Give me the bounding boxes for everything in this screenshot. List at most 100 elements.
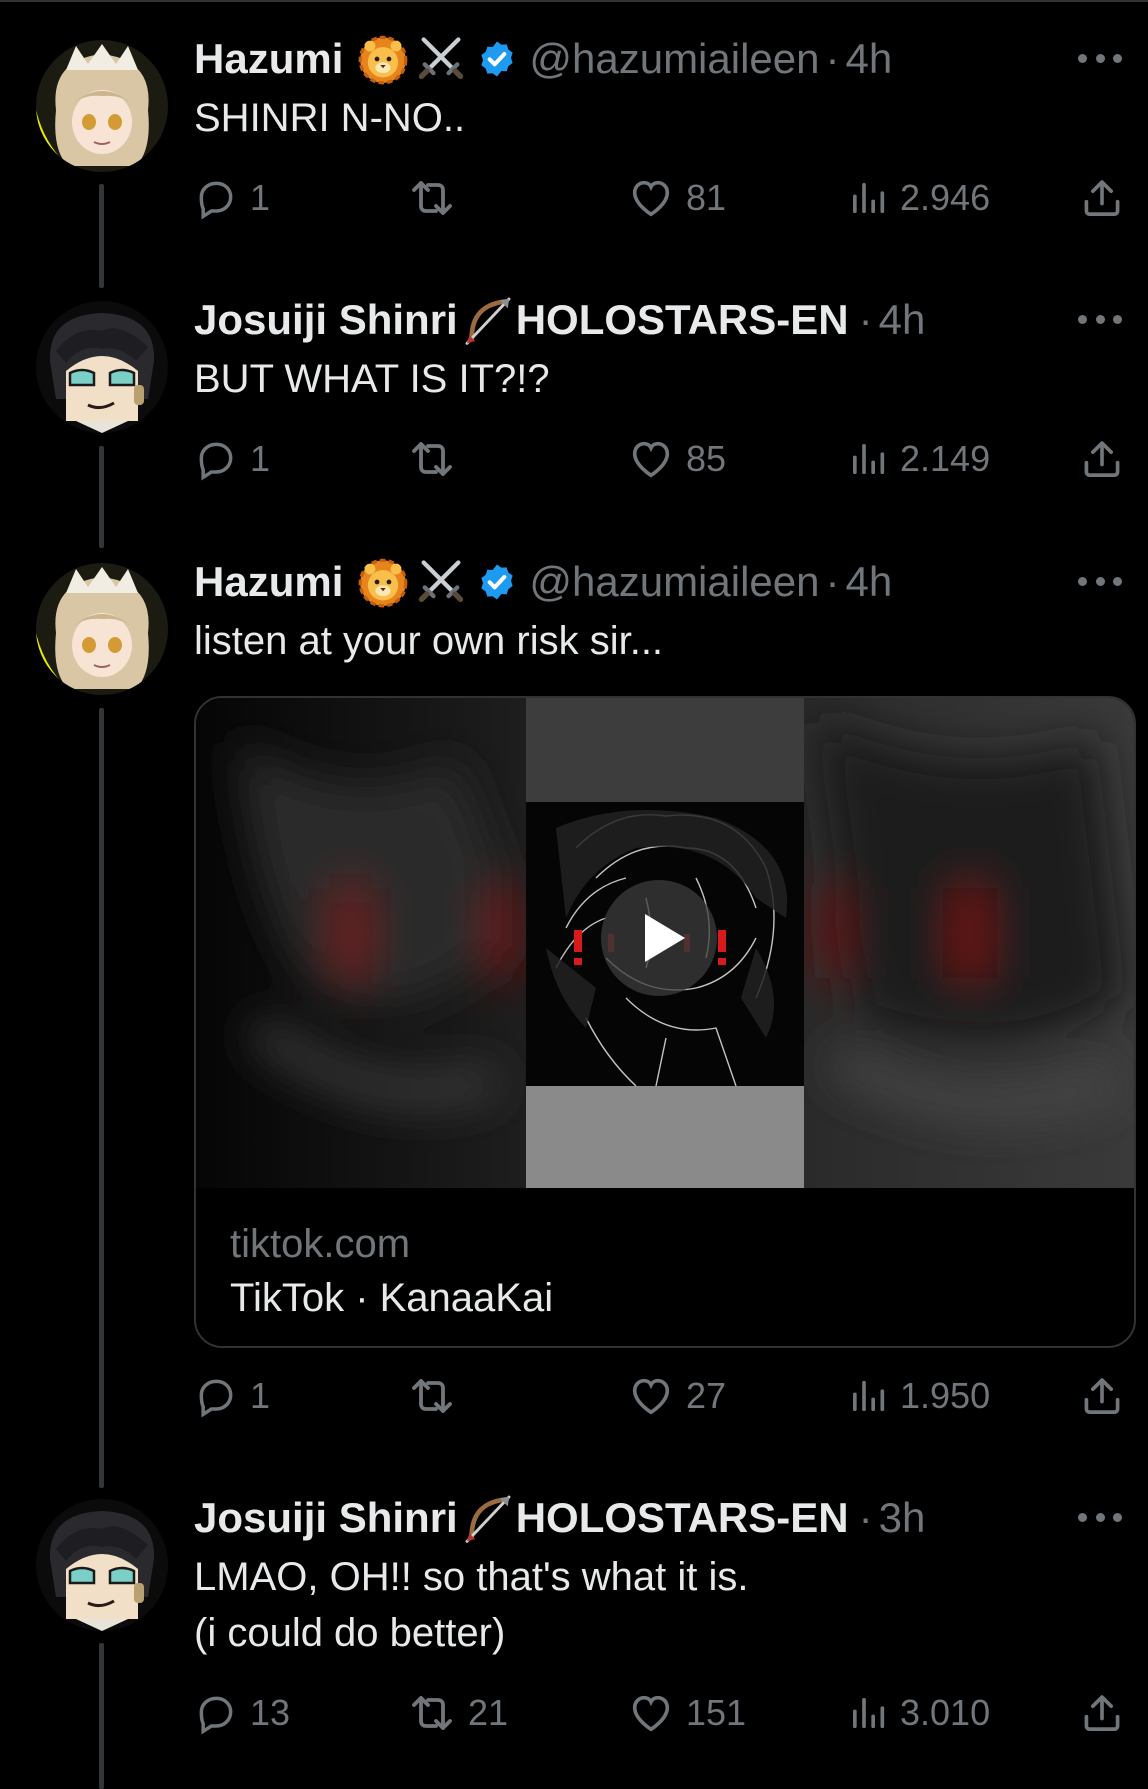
action-bar: 1 27 1.950 <box>194 1366 1134 1426</box>
tweet-text-line: listen at your own risk sir... <box>194 619 664 663</box>
views-count: 2.946 <box>900 177 991 218</box>
reply-button[interactable]: 1 <box>194 1366 270 1426</box>
separator: · <box>858 1494 873 1541</box>
avatar[interactable] <box>36 563 168 695</box>
more-options-icon[interactable] <box>1078 307 1122 331</box>
reply-count: 13 <box>250 1692 291 1733</box>
retweet-icon <box>408 174 456 222</box>
reply-button[interactable]: 13 <box>194 1683 290 1743</box>
views-button[interactable]: 1.950 <box>848 1366 990 1426</box>
views-icon <box>848 439 888 479</box>
retweet-icon <box>408 435 456 483</box>
views-count: 1.950 <box>900 1375 991 1416</box>
author-handle[interactable]: @hazumiaileen <box>529 28 819 90</box>
timestamp[interactable]: 4h <box>845 551 892 613</box>
like-button[interactable]: 85 <box>628 429 726 489</box>
tweet-header: Josuiji Shinri HOLOSTARS-EN · 3h <box>194 1487 1068 1549</box>
more-options-icon[interactable] <box>1078 1505 1122 1529</box>
timestamp[interactable]: 4h <box>845 28 892 90</box>
avatar[interactable] <box>36 40 168 172</box>
heart-icon <box>628 1690 674 1736</box>
like-count: 27 <box>686 1375 727 1416</box>
views-count: 3.010 <box>900 1692 991 1733</box>
views-button[interactable]: 3.010 <box>848 1683 990 1743</box>
timestamp[interactable]: 4h <box>879 289 926 351</box>
like-count: 85 <box>686 438 727 479</box>
card-meta: tiktok.com TikTok · KanaaKai <box>230 1218 553 1324</box>
views-icon <box>848 178 888 218</box>
reply-count: 1 <box>250 438 271 479</box>
retweet-icon <box>408 1372 456 1420</box>
reply-button[interactable]: 1 <box>194 429 270 489</box>
more-options-icon[interactable] <box>1078 46 1122 70</box>
card-domain: tiktok.com <box>230 1222 411 1266</box>
author-name[interactable]: Josuiji Shinri <box>194 1487 458 1549</box>
tweet-text: BUT WHAT IS IT?!? <box>194 351 1108 407</box>
share-button[interactable] <box>1080 168 1124 228</box>
action-bar: 13 21 151 3.010 <box>194 1683 1134 1743</box>
separator: · <box>825 35 840 82</box>
reply-count: 1 <box>250 177 271 218</box>
tweet-text: listen at your own risk sir... <box>194 613 1108 669</box>
reply-icon <box>194 437 238 481</box>
like-button[interactable]: 151 <box>628 1683 746 1743</box>
share-icon <box>1080 176 1124 220</box>
tweet-text: SHINRI N-NO.. <box>194 90 1108 146</box>
video-thumbnail[interactable] <box>196 698 1134 1188</box>
author-name-suffix[interactable]: HOLOSTARS-EN <box>516 289 849 351</box>
avatar[interactable] <box>36 1499 168 1631</box>
retweet-button[interactable]: 21 <box>408 1683 508 1743</box>
like-count: 81 <box>686 177 727 218</box>
share-button[interactable] <box>1080 429 1124 489</box>
top-divider <box>0 0 1148 2</box>
tweet-text: LMAO, OH!! so that's what it is. (i coul… <box>194 1549 1108 1661</box>
share-button[interactable] <box>1080 1683 1124 1743</box>
like-button[interactable]: 81 <box>628 168 726 228</box>
bow-and-arrow-emoji-icon <box>460 1490 516 1546</box>
link-card[interactable]: tiktok.com TikTok · KanaaKai <box>194 696 1136 1348</box>
tweet-text-line: LMAO, OH!! so that's what it is. <box>194 1555 749 1599</box>
author-name-suffix[interactable]: HOLOSTARS-EN <box>516 1487 849 1549</box>
thread-line <box>99 1643 104 1789</box>
crossed-swords-emoji-icon <box>415 33 467 85</box>
action-bar: 1 81 2.946 <box>194 168 1134 228</box>
tweet-header: Hazumi @hazumiaileen · 4h <box>194 28 1068 90</box>
like-button[interactable]: 27 <box>628 1366 726 1426</box>
tweet-text-line: (i could do better) <box>194 1611 506 1655</box>
thread-line <box>99 446 104 548</box>
separator: · <box>825 558 840 605</box>
share-button[interactable] <box>1080 1366 1124 1426</box>
retweet-count: 21 <box>468 1692 509 1733</box>
bow-and-arrow-emoji-icon <box>460 292 516 348</box>
verified-badge-icon[interactable] <box>477 562 517 602</box>
separator: · <box>858 296 873 343</box>
retweet-button[interactable] <box>408 429 468 489</box>
thread-line <box>99 184 104 288</box>
lion-emoji-icon <box>357 33 409 85</box>
avatar[interactable] <box>36 301 168 433</box>
reply-button[interactable]: 1 <box>194 168 270 228</box>
tweet-text-line: BUT WHAT IS IT?!? <box>194 357 550 401</box>
retweet-button[interactable] <box>408 168 468 228</box>
retweet-button[interactable] <box>408 1366 468 1426</box>
author-name[interactable]: Josuiji Shinri <box>194 289 458 351</box>
views-button[interactable]: 2.946 <box>848 168 990 228</box>
verified-badge-icon[interactable] <box>477 39 517 79</box>
heart-icon <box>628 1373 674 1419</box>
timestamp[interactable]: 3h <box>879 1487 926 1549</box>
more-options-icon[interactable] <box>1078 569 1122 593</box>
share-icon <box>1080 1691 1124 1735</box>
lion-emoji-icon <box>357 556 409 608</box>
views-icon <box>848 1376 888 1416</box>
author-name[interactable]: Hazumi <box>194 28 343 90</box>
crossed-swords-emoji-icon <box>415 556 467 608</box>
reply-icon <box>194 1374 238 1418</box>
action-bar: 1 85 2.149 <box>194 429 1134 489</box>
tweet-header: Hazumi @hazumiaileen · 4h <box>194 551 1068 613</box>
author-name[interactable]: Hazumi <box>194 551 343 613</box>
reply-icon <box>194 1691 238 1735</box>
author-handle[interactable]: @hazumiaileen <box>529 551 819 613</box>
thread-line <box>99 708 104 1488</box>
play-button[interactable] <box>601 880 717 996</box>
views-button[interactable]: 2.149 <box>848 429 990 489</box>
